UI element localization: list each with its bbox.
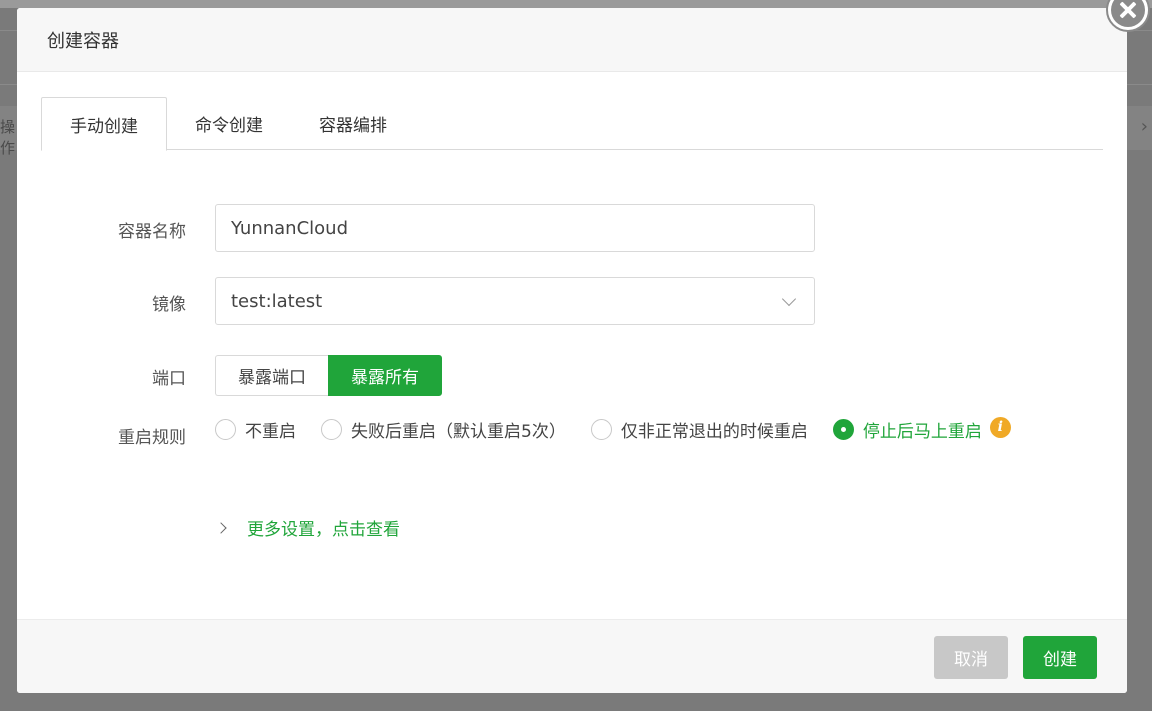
tab-manual-create[interactable]: 手动创建 xyxy=(41,97,167,151)
container-name-label: 容器名称 xyxy=(118,222,186,242)
image-select-value: test:latest xyxy=(231,290,323,312)
restart-option-label: 失败后重启（默认重启5次） xyxy=(351,421,566,442)
create-button[interactable]: 创建 xyxy=(1023,636,1097,679)
tab-command-create[interactable]: 命令创建 xyxy=(167,97,291,150)
restart-policy-radio-group: 不重启 失败后重启（默认重启5次） 仅非正常退出的时候重启 停止后马上重启 i xyxy=(215,416,1036,442)
restart-option-label: 仅非正常退出的时候重启 xyxy=(620,421,808,442)
info-icon[interactable]: i xyxy=(989,416,1011,438)
cancel-button[interactable]: 取消 xyxy=(934,636,1008,679)
restart-option-no-restart[interactable]: 不重启 xyxy=(215,417,296,442)
radio-unchecked-icon[interactable] xyxy=(321,418,342,440)
expose-all-button[interactable]: 暴露所有 xyxy=(328,355,442,396)
create-container-dialog: 创建容器 手动创建 命令创建 容器编排 容器名称 YunnanCloud 镜像 … xyxy=(17,8,1127,693)
restart-option-label: 不重启 xyxy=(245,421,296,442)
more-settings-link[interactable]: 更多设置，点击查看 xyxy=(247,515,400,540)
background-table-header xyxy=(0,0,1152,8)
restart-option-unless-abnormal[interactable]: 仅非正常退出的时候重启 xyxy=(590,417,808,442)
background-operation-text: 操作 xyxy=(0,118,16,157)
container-name-input[interactable]: YunnanCloud xyxy=(215,204,815,252)
restart-option-on-failure[interactable]: 失败后重启（默认重启5次） xyxy=(321,417,566,442)
container-name-value: YunnanCloud xyxy=(231,217,349,239)
port-label: 端口 xyxy=(152,369,186,389)
radio-checked-icon[interactable] xyxy=(832,418,854,440)
more-settings-toggle[interactable]: 更多设置，点击查看 xyxy=(215,515,400,540)
dialog-title: 创建容器 xyxy=(47,30,119,52)
restart-policy-label: 重启规则 xyxy=(118,428,186,448)
dialog-header: 创建容器 xyxy=(17,8,1127,72)
chevron-right-icon xyxy=(215,521,227,534)
tab-container-compose[interactable]: 容器编排 xyxy=(291,97,415,150)
port-mode-toggle: 暴露端口 暴露所有 xyxy=(215,355,442,396)
close-icon xyxy=(1111,0,1145,27)
background-next-icon: › xyxy=(1140,116,1148,137)
expose-port-button[interactable]: 暴露端口 xyxy=(215,355,328,396)
image-select[interactable]: test:latest xyxy=(215,277,815,325)
restart-option-label: 停止后马上重启 xyxy=(862,421,982,442)
radio-unchecked-icon[interactable] xyxy=(590,418,612,440)
radio-unchecked-icon[interactable] xyxy=(215,418,236,440)
creation-mode-tabs: 手动创建 命令创建 容器编排 xyxy=(41,97,1103,151)
dialog-footer: 取消 创建 xyxy=(17,619,1127,693)
chevron-down-icon xyxy=(781,291,797,307)
image-label: 镜像 xyxy=(152,295,186,315)
restart-option-always[interactable]: 停止后马上重启 i xyxy=(832,416,1011,442)
